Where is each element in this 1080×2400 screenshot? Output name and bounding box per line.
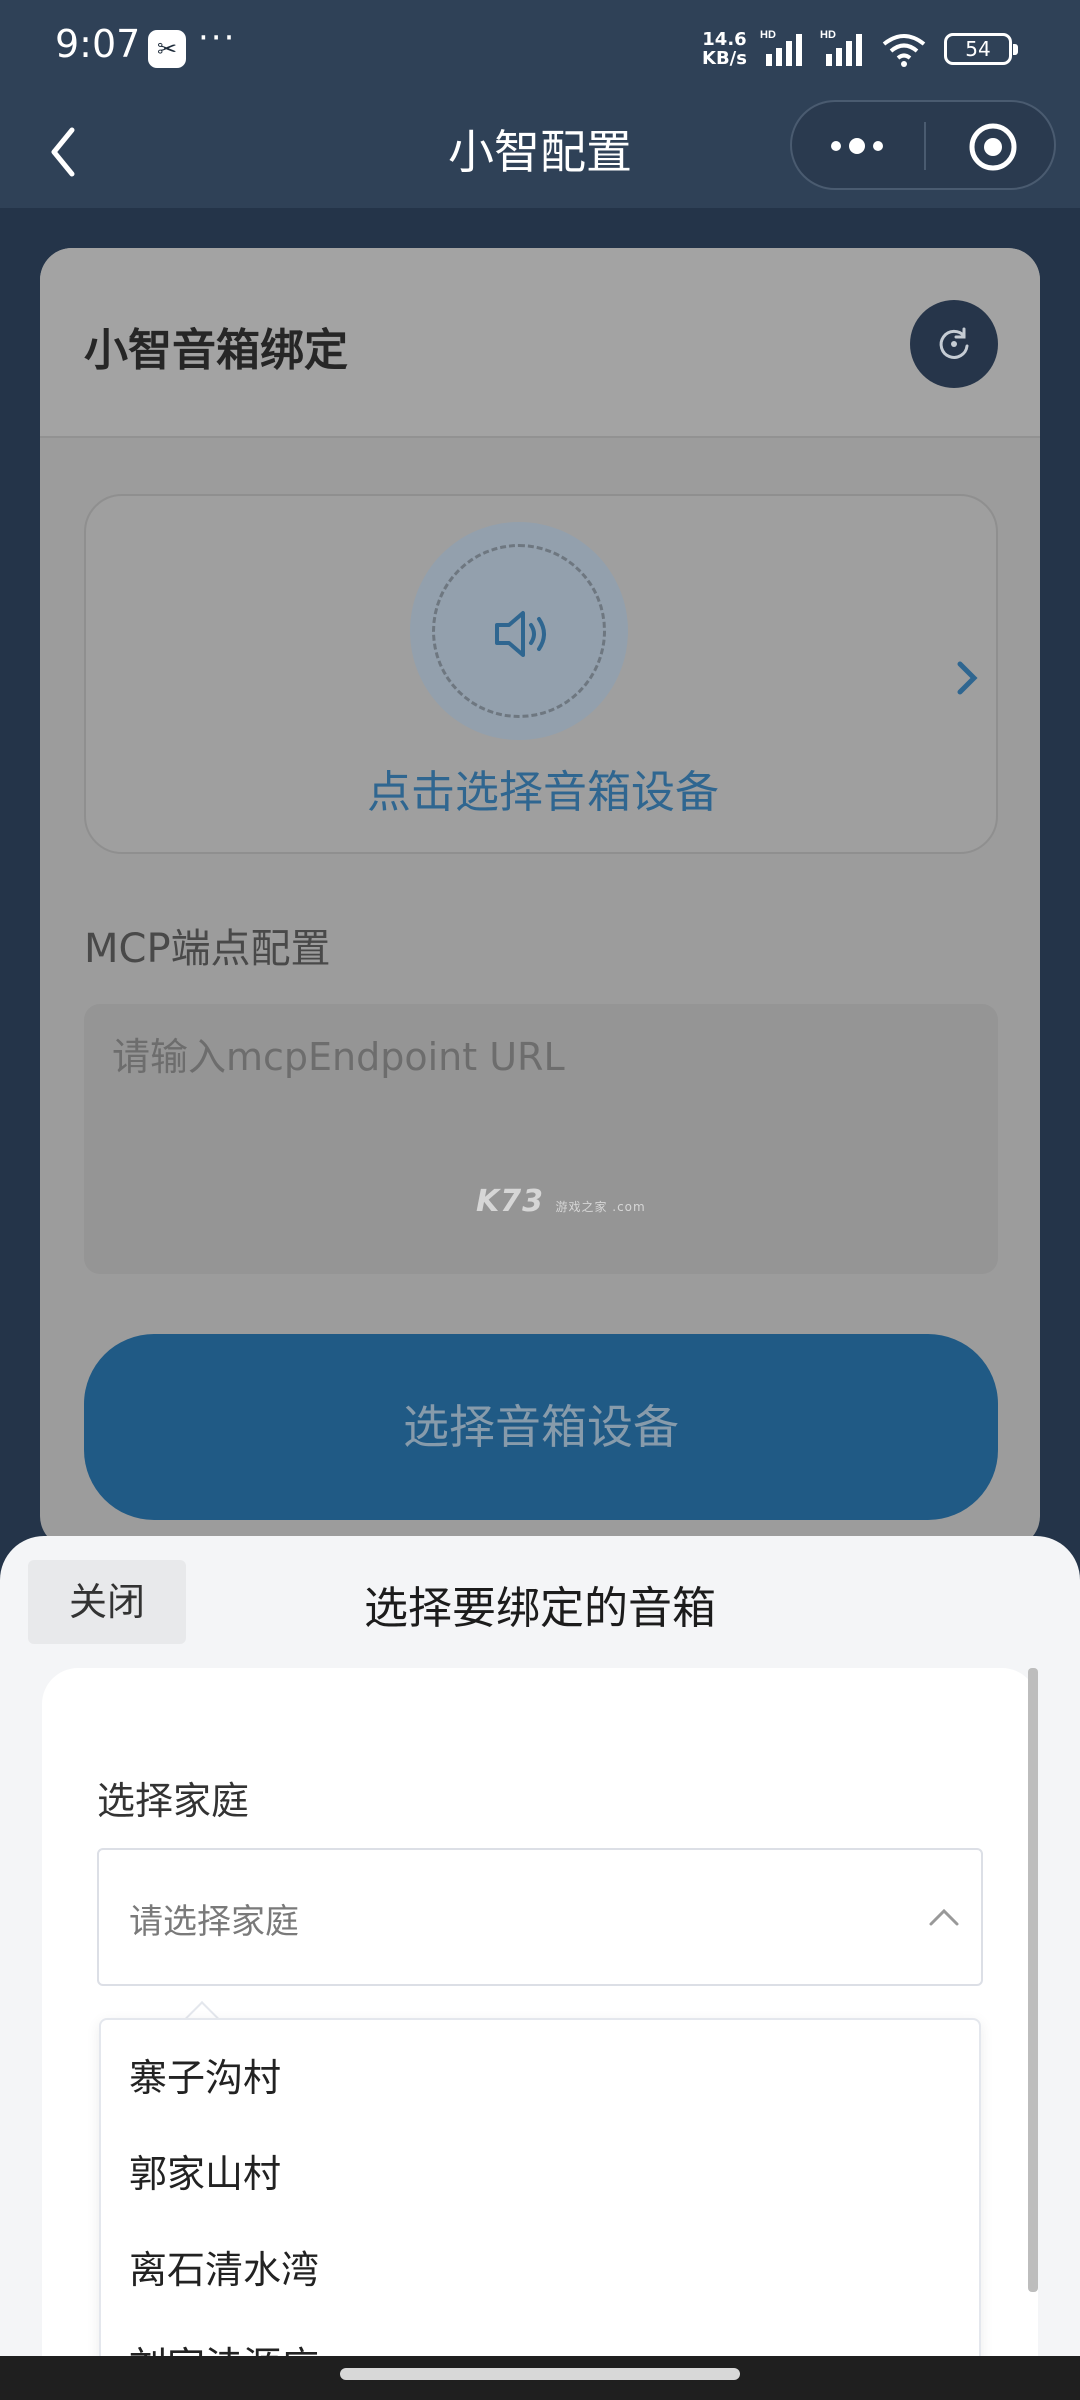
- network-speed-unit: KB/s: [702, 48, 747, 69]
- target-icon[interactable]: [966, 120, 1020, 174]
- more-dots-icon[interactable]: [822, 118, 892, 174]
- select-device-button[interactable]: 选择音箱设备: [84, 1334, 998, 1520]
- watermark-sub: 游戏之家 .com: [555, 1200, 646, 1214]
- family-option[interactable]: 寨子沟村: [101, 2030, 979, 2126]
- system-nav-bar: [0, 2356, 1080, 2400]
- select-device-prompt: 点击选择音箱设备: [367, 767, 719, 818]
- sheet-body: 选择家庭 请选择家庭 寨子沟村 郭家山村 离石清水湾 刘家洼源庄: [42, 1668, 1038, 2356]
- mcp-endpoint-input[interactable]: 请输入mcpEndpoint URL: [84, 1004, 998, 1274]
- family-option[interactable]: 离石清水湾: [101, 2222, 979, 2318]
- status-overflow-dots: ···: [198, 18, 237, 58]
- speaker-dashed-circle: [432, 544, 606, 718]
- status-bar: 9:07 ✂ ··· 14.6 KB/s HD HD 54: [0, 0, 1080, 96]
- watermark-logo: K73 游戏之家 .com: [476, 1184, 646, 1219]
- network-speed: 14.6 KB/s: [702, 30, 747, 68]
- home-indicator[interactable]: [340, 2368, 740, 2380]
- family-select[interactable]: 请选择家庭: [97, 1848, 983, 1986]
- capcut-app-icon: ✂: [148, 30, 186, 68]
- watermark-main: K73: [476, 1184, 544, 1219]
- network-speed-value: 14.6: [702, 29, 747, 50]
- signal-icon: HD: [760, 29, 802, 66]
- family-dropdown: 寨子沟村 郭家山村 离石清水湾 刘家洼源庄: [99, 2018, 981, 2356]
- binding-card: 小智音箱绑定 点击选择音箱设备 MCP端点配置 请输入mcpEndpoint U…: [40, 248, 1040, 1548]
- mcp-endpoint-placeholder: 请输入mcpEndpoint URL: [112, 1035, 565, 1079]
- mcp-endpoint-label: MCP端点配置: [84, 926, 331, 972]
- speaker-ring: [410, 522, 628, 740]
- battery-icon: 54: [944, 33, 1018, 65]
- speaker-icon: [495, 611, 546, 657]
- family-select-placeholder: 请选择家庭: [129, 1902, 299, 1942]
- chevron-up-icon: [929, 1908, 959, 1926]
- family-label: 选择家庭: [97, 1779, 250, 1823]
- signal-icon-2: HD: [820, 29, 862, 66]
- capsule-divider: [924, 122, 926, 170]
- svg-text:HD: HD: [820, 29, 836, 41]
- mini-program-nav-bar: 小智配置: [0, 96, 1080, 208]
- sheet-title: 选择要绑定的音箱: [364, 1583, 716, 1634]
- sheet-scrollbar[interactable]: [1028, 1668, 1038, 2292]
- status-time: 9:07: [55, 22, 141, 66]
- wifi-icon: [882, 34, 926, 67]
- device-picker-sheet: 关闭 选择要绑定的音箱 选择家庭 请选择家庭 寨子沟村 郭家山村 离石清水湾 刘…: [0, 1536, 1080, 2356]
- chevron-right-icon: [957, 661, 978, 695]
- menu-capsule: [790, 100, 1056, 190]
- screen: 9:07 ✂ ··· 14.6 KB/s HD HD 54 小智配置 小智音箱绑…: [0, 0, 1080, 2400]
- svg-text:HD: HD: [760, 29, 776, 41]
- card-title: 小智音箱绑定: [84, 325, 348, 376]
- family-option[interactable]: 刘家洼源庄: [101, 2318, 979, 2356]
- refresh-button[interactable]: [910, 300, 998, 388]
- refresh-icon: [939, 327, 969, 359]
- family-option[interactable]: 郭家山村: [101, 2126, 979, 2222]
- card-header: 小智音箱绑定: [40, 248, 1040, 438]
- select-device-area[interactable]: 点击选择音箱设备: [84, 494, 998, 854]
